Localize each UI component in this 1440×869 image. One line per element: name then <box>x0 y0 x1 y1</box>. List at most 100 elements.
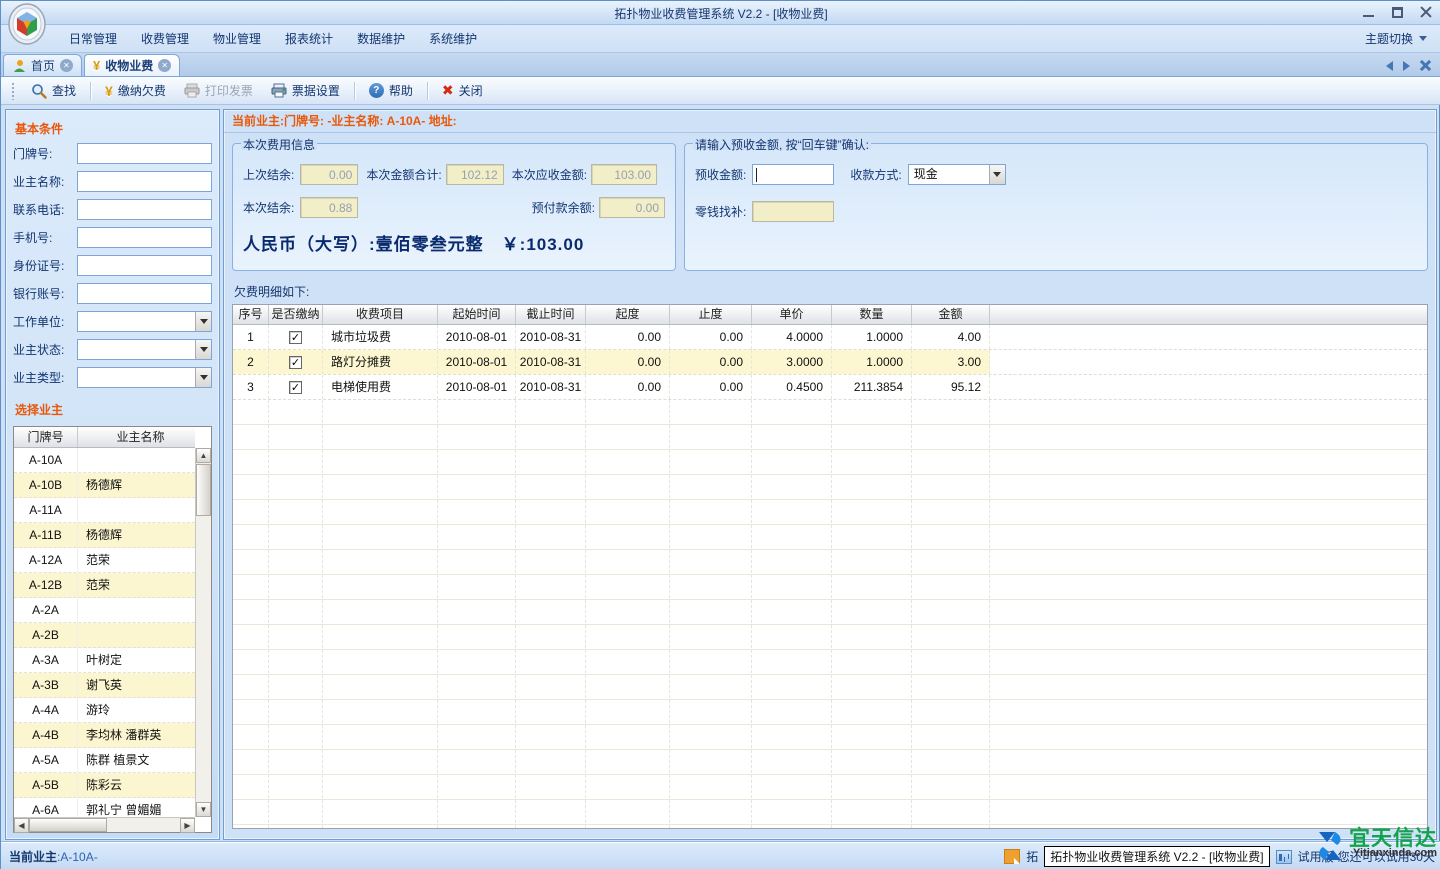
total-value: 102.12 <box>446 164 504 185</box>
arrears-row[interactable]: 3 电梯使用费 2010-08-01 2010-08-31 0.00 0.00 … <box>233 375 1427 400</box>
mobile-input[interactable] <box>77 227 212 248</box>
col-paid[interactable]: 是否缴纳 <box>269 305 323 324</box>
cur-balance-value: 0.88 <box>300 197 358 218</box>
tab-home[interactable]: 首页 <box>3 54 82 76</box>
scroll-up-icon[interactable]: ▲ <box>196 448 211 463</box>
prepay-amount-input[interactable] <box>752 164 834 185</box>
home-person-icon <box>12 59 26 73</box>
owner-row[interactable]: A-11B杨德辉 <box>14 523 195 548</box>
col-start[interactable]: 起始时间 <box>438 305 516 324</box>
col-end[interactable]: 截止时间 <box>516 305 586 324</box>
owner-row[interactable]: A-2B <box>14 623 195 648</box>
col-to[interactable]: 止度 <box>670 305 752 324</box>
tab-fee-close-icon[interactable] <box>158 59 171 72</box>
minimize-icon[interactable] <box>1362 6 1375 19</box>
chart-icon[interactable] <box>1276 850 1292 864</box>
arrears-row[interactable]: 1 城市垃圾费 2010-08-01 2010-08-31 0.00 0.00 … <box>233 325 1427 350</box>
search-sidebar: 基本条件 门牌号: 业主名称: 联系电话: 手机号: 身份证号: 银行账号: 工… <box>5 109 220 840</box>
scroll-right-icon[interactable]: ▶ <box>180 818 195 833</box>
owner-row[interactable]: A-2A <box>14 598 195 623</box>
col-from[interactable]: 起度 <box>586 305 670 324</box>
prev-balance-label: 上次结余: <box>243 166 294 183</box>
paid-checkbox[interactable] <box>289 331 302 344</box>
owner-type-select[interactable] <box>77 367 212 388</box>
scrollbar-thumb[interactable] <box>196 464 211 516</box>
vertical-scrollbar[interactable]: ▲ ▼ <box>195 448 211 817</box>
work-unit-select[interactable] <box>77 311 212 332</box>
ticket-setup-button[interactable]: 票据设置 <box>263 79 348 102</box>
chevron-down-icon <box>1419 36 1427 41</box>
note-icon[interactable] <box>1004 849 1020 864</box>
col-item[interactable]: 收费项目 <box>323 305 438 324</box>
col-qty[interactable]: 数量 <box>832 305 912 324</box>
dropdown-arrow-icon[interactable] <box>989 165 1005 184</box>
yen-icon <box>105 83 113 99</box>
owner-row[interactable]: A-6A郭礼宁 曾媚媚 <box>14 798 195 817</box>
horizontal-scrollbar[interactable]: ◀ ▶ <box>14 817 195 832</box>
owner-row[interactable]: A-11A <box>14 498 195 523</box>
field-row-owner-status: 业主状态: <box>13 339 212 360</box>
owner-status-select[interactable] <box>77 339 212 360</box>
cur-balance-label: 本次结余: <box>243 199 294 216</box>
menubar: 日常管理 收费管理 物业管理 报表统计 数据维护 系统维护 主题切换 <box>1 25 1440 53</box>
menu-daily[interactable]: 日常管理 <box>57 26 129 51</box>
door-no-input[interactable] <box>77 143 212 164</box>
tab-fee[interactable]: ¥ 收物业费 <box>84 54 180 76</box>
tab-scroll-left-icon[interactable] <box>1386 61 1393 71</box>
owner-list-body: A-10A A-10B杨德辉 A-11A A-11B杨德辉 A-12A范荣 A-… <box>14 448 195 817</box>
owner-row[interactable]: A-12B范荣 <box>14 573 195 598</box>
owner-row[interactable]: A-3B谢飞英 <box>14 673 195 698</box>
phone-input[interactable] <box>77 199 212 220</box>
owner-row[interactable]: A-10B杨德辉 <box>14 473 195 498</box>
field-row-owner-name: 业主名称: <box>13 171 212 192</box>
menu-data[interactable]: 数据维护 <box>345 26 417 51</box>
scrollbar-thumb[interactable] <box>29 818 107 832</box>
menu-property[interactable]: 物业管理 <box>201 26 273 51</box>
tab-home-close-icon[interactable] <box>60 59 73 72</box>
owner-row[interactable]: A-5B陈彩云 <box>14 773 195 798</box>
close-tab-button[interactable]: 关闭 <box>434 79 491 102</box>
col-amount[interactable]: 金额 <box>912 305 990 324</box>
dropdown-arrow-icon[interactable] <box>195 312 211 331</box>
paid-checkbox[interactable] <box>289 381 302 394</box>
statusbar-current-owner: 当前业主:A-10A- <box>9 848 98 865</box>
pay-method-select[interactable]: 现金 <box>908 164 1006 185</box>
dropdown-arrow-icon[interactable] <box>195 340 211 359</box>
owner-list-header-door[interactable]: 门牌号 <box>14 427 78 447</box>
pay-arrears-button[interactable]: 缴纳欠费 <box>97 79 174 102</box>
dropdown-arrow-icon[interactable] <box>195 368 211 387</box>
scroll-down-icon[interactable]: ▼ <box>196 802 211 817</box>
find-button[interactable]: 查找 <box>23 79 84 102</box>
vendor-logo-icon <box>1315 830 1345 862</box>
owner-row[interactable]: A-5A陈群 植景文 <box>14 748 195 773</box>
owner-row[interactable]: A-12A范荣 <box>14 548 195 573</box>
owner-row[interactable]: A-10A <box>14 448 195 473</box>
col-price[interactable]: 单价 <box>752 305 832 324</box>
printer-icon <box>184 83 200 98</box>
owner-row[interactable]: A-3A叶树定 <box>14 648 195 673</box>
tab-close-all-icon[interactable] <box>1420 60 1431 71</box>
prepaid-label: 预付款余额: <box>532 199 595 216</box>
close-window-icon[interactable] <box>1420 6 1433 19</box>
maximize-icon[interactable] <box>1391 6 1404 19</box>
bank-account-input[interactable] <box>77 283 212 304</box>
bank-account-label: 银行账号: <box>13 285 77 302</box>
owner-name-input[interactable] <box>77 171 212 192</box>
arrears-row[interactable]: 2 路灯分摊费 2010-08-01 2010-08-31 0.00 0.00 … <box>233 350 1427 375</box>
find-label: 查找 <box>52 82 76 99</box>
id-card-input[interactable] <box>77 255 212 276</box>
owner-list-header-name[interactable]: 业主名称 <box>78 427 195 447</box>
menu-fee[interactable]: 收费管理 <box>129 26 201 51</box>
menu-report[interactable]: 报表统计 <box>273 26 345 51</box>
owner-row[interactable]: A-4A游玲 <box>14 698 195 723</box>
ticket-setup-label: 票据设置 <box>292 82 340 99</box>
help-button[interactable]: 帮助 <box>361 79 421 102</box>
owner-row[interactable]: A-4B李均林 潘群英 <box>14 723 195 748</box>
col-seq[interactable]: 序号 <box>233 305 269 324</box>
theme-switch-button[interactable]: 主题切换 <box>1365 30 1427 47</box>
tab-fee-label: 收物业费 <box>105 57 153 74</box>
tab-scroll-right-icon[interactable] <box>1403 61 1410 71</box>
paid-checkbox[interactable] <box>289 356 302 369</box>
menu-system[interactable]: 系统维护 <box>417 26 489 51</box>
scroll-left-icon[interactable]: ◀ <box>14 818 29 833</box>
